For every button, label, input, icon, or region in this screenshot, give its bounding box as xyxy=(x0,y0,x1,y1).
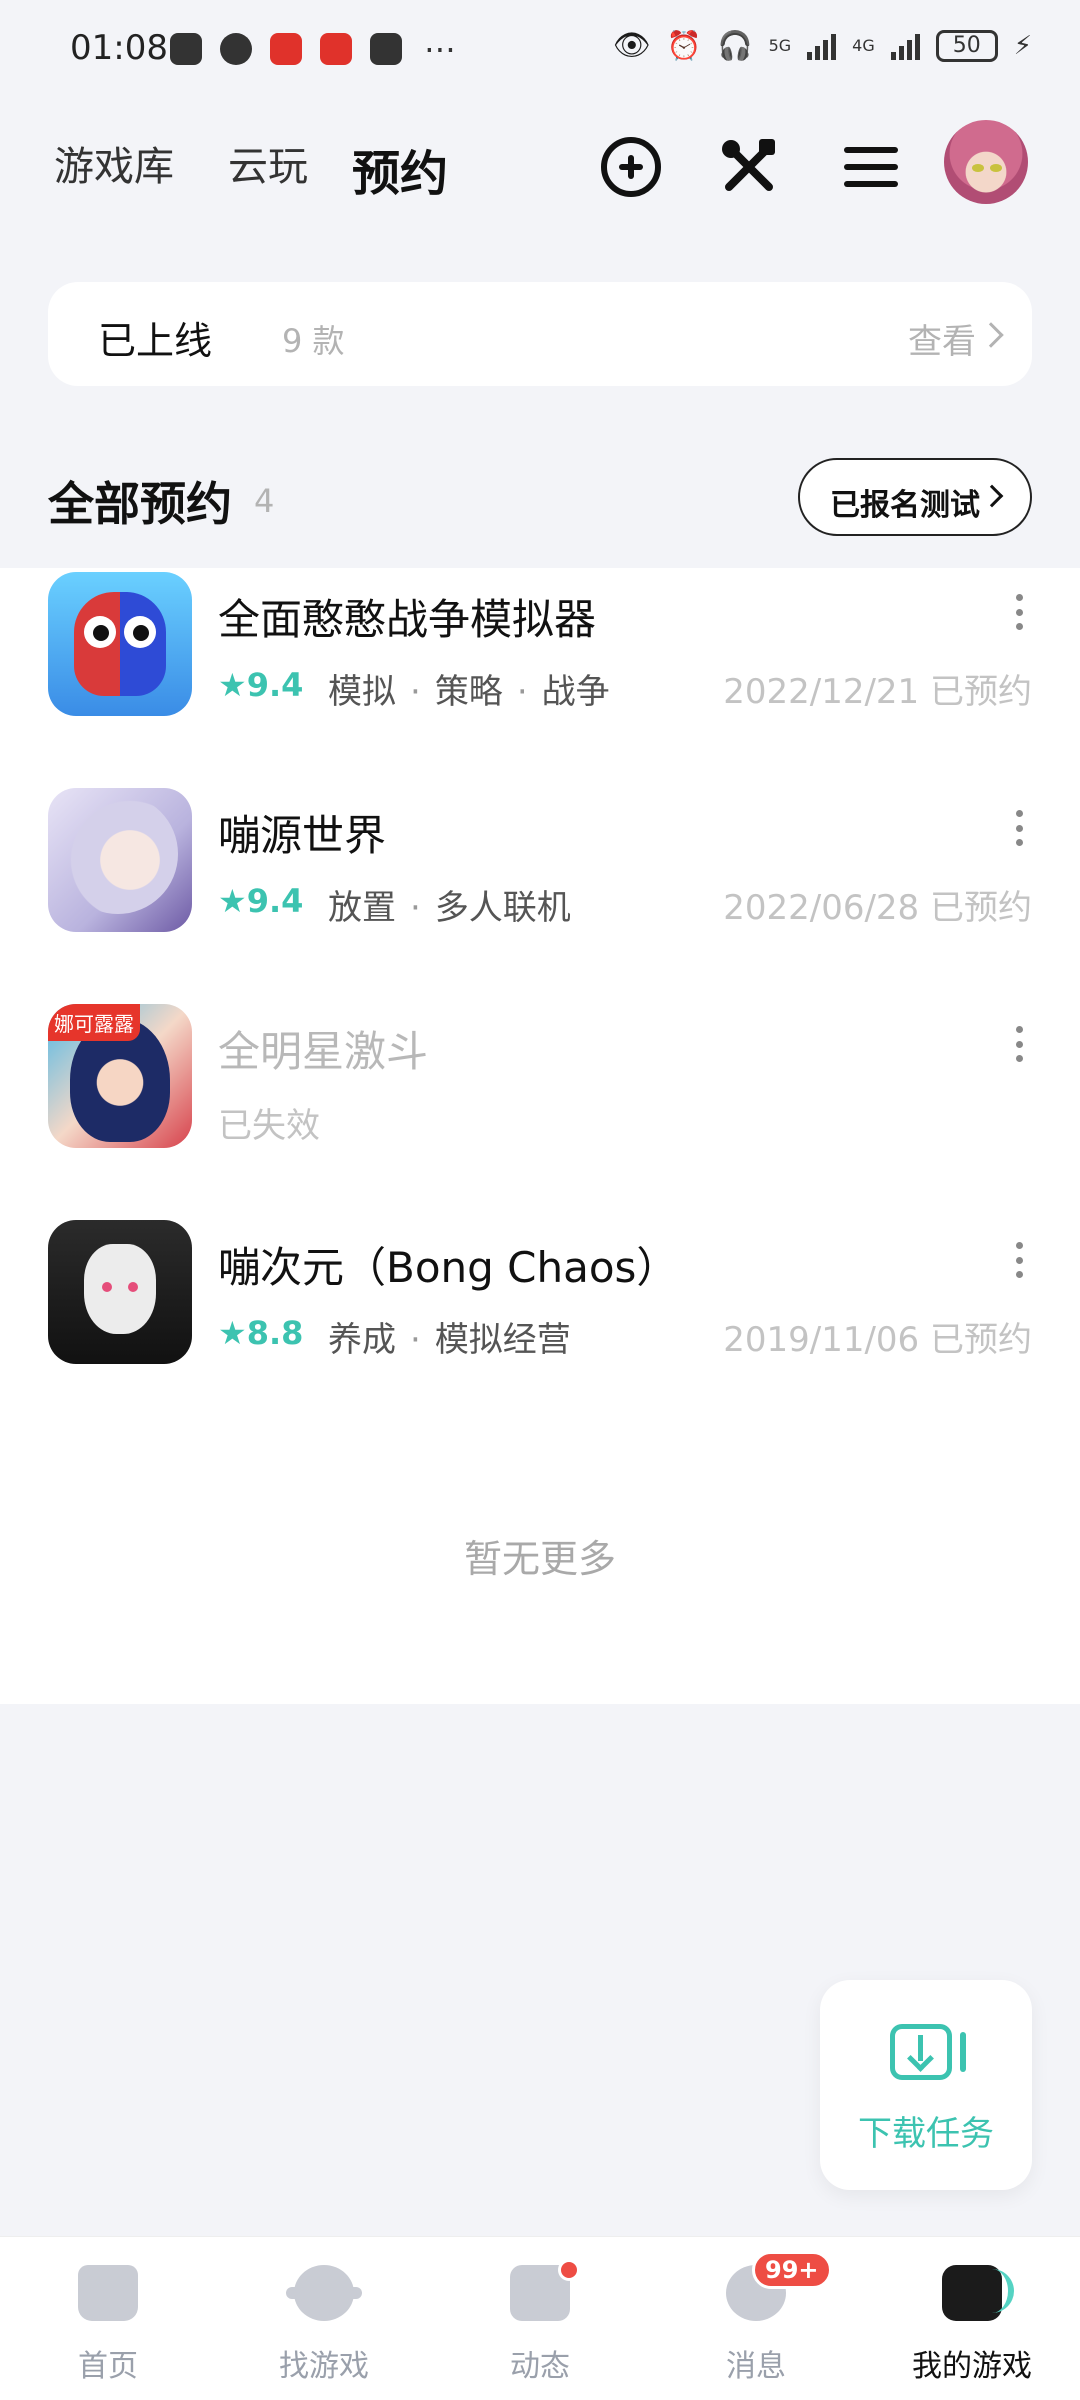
game-name: 嘣源世界 xyxy=(218,811,387,860)
add-icon[interactable] xyxy=(596,132,666,202)
expired-status: 已失效 xyxy=(218,1106,320,1146)
tab-game-library[interactable]: 游戏库 xyxy=(54,134,174,192)
section-title: 全部预约 xyxy=(48,477,232,531)
list-item[interactable]: 全面憨憨战争模拟器 ★9.4 模拟 · 策略 · 战争 2022/12/21 已预约 xyxy=(0,572,1080,788)
tab-cloud-play[interactable]: 云玩 xyxy=(228,134,308,192)
tab-my-games-label: 我的游戏 xyxy=(912,2349,1032,2384)
tab-reservations-label: 预约 xyxy=(352,146,449,202)
no-more-text: 暂无更多 xyxy=(463,1537,616,1581)
game-rating: ★9.4 xyxy=(218,666,304,704)
chevron-right-icon xyxy=(978,322,1004,348)
tab-home-label: 首页 xyxy=(78,2349,138,2384)
game-icon[interactable] xyxy=(48,572,192,716)
list-item[interactable]: 娜可露露 全明星激斗 已失效 xyxy=(0,1004,1080,1220)
tab-feed-label: 动态 xyxy=(510,2349,570,2384)
reservation-date: 2022/06/28 已预约 xyxy=(723,888,1032,928)
game-icon[interactable] xyxy=(48,1220,192,1364)
eye-icon: 👁 xyxy=(612,28,651,63)
notification-icons: ⋯ xyxy=(170,30,456,68)
system-icons: 👁 ⏰ 🎧 5G 4G 50 ⚡ xyxy=(613,28,1032,63)
view-link[interactable]: 查看 xyxy=(908,314,976,363)
released-count: 9 款 xyxy=(282,322,345,360)
registered-tests-label: 已报名测试 xyxy=(830,488,980,523)
game-rating: ★9.4 xyxy=(218,882,304,920)
released-label: 已上线 xyxy=(98,319,213,363)
game-rating: ★8.8 xyxy=(218,1314,304,1352)
reservation-date: 2019/11/06 已预约 xyxy=(723,1320,1032,1360)
more-options-icon[interactable] xyxy=(1016,1242,1024,1278)
bank-notification-icon xyxy=(270,33,302,65)
hand-notification-icon xyxy=(370,33,402,65)
home-icon xyxy=(78,2265,138,2321)
list-item[interactable]: 嘣源世界 ★9.4 放置 · 多人联机 2022/06/28 已预约 xyxy=(0,788,1080,1004)
bottom-tab-bar: 首页 找游戏 动态 消息 我的游戏 99+ xyxy=(0,2236,1080,2400)
netease-notification-icon xyxy=(320,33,352,65)
signal-icon xyxy=(807,32,837,60)
more-options-icon[interactable] xyxy=(1016,594,1024,630)
game-tags: 养成 · 模拟经营 xyxy=(328,1320,571,1360)
top-nav: 游戏库 云玩 预约 xyxy=(0,120,1080,240)
released-games-card[interactable]: 已上线 9 款 查看 xyxy=(48,282,1032,386)
chevron-right-icon xyxy=(980,484,1004,508)
more-options-icon[interactable] xyxy=(1016,1026,1024,1062)
registered-tests-button[interactable]: 已报名测试 xyxy=(798,458,1032,536)
tab-feed[interactable]: 动态 xyxy=(432,2237,648,2400)
planet-icon xyxy=(286,2265,362,2321)
download-tasks-button[interactable]: 下载任务 xyxy=(820,1980,1032,2190)
game-name: 嘣次元（Bong Chaos） xyxy=(218,1243,679,1292)
charging-icon: ⚡ xyxy=(1013,30,1032,61)
signal-icon xyxy=(890,32,920,60)
feed-badge-dot xyxy=(558,2259,580,2281)
status-bar: 01:08 ⋯ 👁 ⏰ 🎧 5G 4G 50 ⚡ xyxy=(0,0,1080,100)
app-notification-icon xyxy=(170,33,202,65)
tab-find-games-label: 找游戏 xyxy=(279,2349,369,2384)
list-item[interactable]: 嘣次元（Bong Chaos） ★8.8 养成 · 模拟经营 2019/11/06 … xyxy=(0,1220,1080,1436)
tab-reservations[interactable]: 预约 xyxy=(350,134,451,204)
headphones-icon: 🎧 xyxy=(717,29,753,62)
game-name: 全明星激斗 xyxy=(218,1027,429,1076)
download-icon xyxy=(890,2024,952,2080)
avatar[interactable] xyxy=(944,120,1028,204)
message-count-badge: 99+ xyxy=(752,2251,832,2289)
game-icon[interactable] xyxy=(48,788,192,932)
game-name: 全面憨憨战争模拟器 xyxy=(218,595,597,644)
page: 01:08 ⋯ 👁 ⏰ 🎧 5G 4G 50 ⚡ 游戏库 云玩 预约 已上线 9… xyxy=(0,0,1080,2400)
network-4g: 4G xyxy=(852,35,875,55)
tab-messages-label: 消息 xyxy=(726,2349,786,2384)
tab-home[interactable]: 首页 xyxy=(0,2237,216,2400)
game-tags: 模拟 · 策略 · 战争 xyxy=(328,672,610,712)
chat-notification-icon xyxy=(220,33,252,65)
alarm-icon: ⏰ xyxy=(666,29,702,62)
download-tasks-label: 下载任务 xyxy=(858,2114,994,2154)
menu-icon[interactable] xyxy=(836,132,906,202)
tab-my-games[interactable]: 我的游戏 xyxy=(864,2237,1080,2400)
game-icon[interactable]: 娜可露露 xyxy=(48,1004,192,1148)
network-5g: 5G xyxy=(768,35,792,55)
battery-indicator: 50 xyxy=(935,29,998,62)
more-notifications-icon: ⋯ xyxy=(424,30,456,68)
game-tags: 放置 · 多人联机 xyxy=(328,888,571,928)
status-time: 01:08 xyxy=(70,28,168,68)
section-count: 4 xyxy=(254,482,275,520)
tools-icon[interactable] xyxy=(714,132,784,202)
tab-find-games[interactable]: 找游戏 xyxy=(216,2237,432,2400)
icon-badge: 娜可露露 xyxy=(48,1004,140,1041)
gamepad-icon xyxy=(942,2265,1014,2321)
reservation-date: 2022/12/21 已预约 xyxy=(723,672,1032,712)
more-options-icon[interactable] xyxy=(1016,810,1024,846)
